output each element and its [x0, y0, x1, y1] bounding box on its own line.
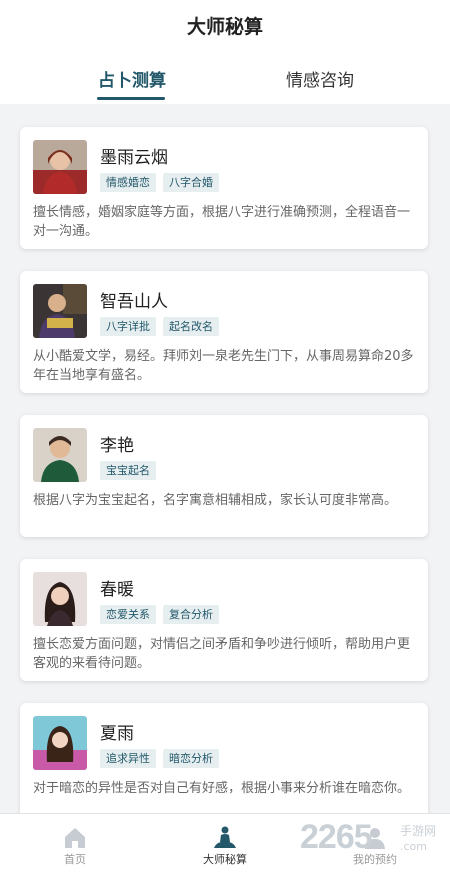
master-description: 擅长情感，婚姻家庭等方面，根据八字进行准确预测，全程语音一对一沟通。 [33, 205, 411, 239]
meditation-icon [214, 826, 236, 848]
tag: 八字详批 [100, 317, 156, 336]
master-card[interactable]: 李艳 宝宝起名 根据八字为宝宝起名，名字寓意相辅相成，家长认可度非常高。 [20, 415, 428, 537]
tab-emotional-consulting[interactable]: 情感咨询 [245, 66, 395, 91]
master-name: 春暖 [100, 580, 134, 600]
site-watermark: 2265 手游网 .com [300, 818, 450, 868]
top-header: 大师秘算 占卜测算 情感咨询 [0, 0, 450, 104]
tag-list: 八字详批 起名改名 [100, 317, 219, 336]
avatar [33, 572, 87, 626]
tab-divination[interactable]: 占卜测算 [57, 66, 207, 91]
avatar [33, 716, 87, 770]
tag: 八字合婚 [163, 173, 219, 192]
master-description: 根据八字为宝宝起名，名字寓意相辅相成，家长认可度非常高。 [33, 493, 398, 508]
master-card[interactable]: 夏雨 追求异性 暗恋分析 对于暗恋的异性是否对自己有好感，根据小事来分析谁在暗恋… [20, 703, 428, 813]
tag: 宝宝起名 [100, 461, 156, 480]
master-description: 从小酷爱文学，易经。拜师刘一泉老先生门下，从事周易算命20多年在当地享有盛名。 [33, 349, 414, 383]
tag: 恋爱关系 [100, 605, 156, 624]
tag-list: 情感婚恋 八字合婚 [100, 173, 219, 192]
master-description: 擅长恋爱方面问题，对情侣之间矛盾和争吵进行倾听，帮助用户更客观的来看待问题。 [33, 637, 411, 671]
master-description: 对于暗恋的异性是否对自己有好感，根据小事来分析谁在暗恋你。 [33, 781, 411, 796]
watermark-site-name: 手游网 [400, 824, 437, 838]
nav-master-divination[interactable]: 大师秘算 [150, 814, 300, 876]
avatar [33, 284, 87, 338]
page-title: 大师秘算 [186, 16, 263, 38]
master-name: 李艳 [100, 436, 134, 456]
master-card[interactable]: 墨雨云烟 情感婚恋 八字合婚 擅长情感，婚姻家庭等方面，根据八字进行准确预测，全… [20, 127, 428, 249]
tag: 起名改名 [163, 317, 219, 336]
avatar [33, 428, 87, 482]
tag: 追求异性 [100, 749, 156, 768]
master-name: 智吾山人 [100, 292, 168, 312]
nav-master-label: 大师秘算 [203, 853, 247, 866]
watermark-number: 2265 [300, 818, 373, 856]
master-card[interactable]: 春暖 恋爱关系 复合分析 擅长恋爱方面问题，对情侣之间矛盾和争吵进行倾听，帮助用… [20, 559, 428, 681]
master-name: 墨雨云烟 [100, 148, 168, 168]
tag: 情感婚恋 [100, 173, 156, 192]
avatar [33, 140, 87, 194]
master-name: 夏雨 [100, 724, 134, 744]
master-list[interactable]: 墨雨云烟 情感婚恋 八字合婚 擅长情感，婚姻家庭等方面，根据八字进行准确预测，全… [0, 104, 450, 813]
tag: 复合分析 [163, 605, 219, 624]
tag-list: 宝宝起名 [100, 461, 156, 480]
nav-home[interactable]: 首页 [0, 814, 150, 876]
watermark-domain: .com [400, 840, 427, 853]
nav-home-label: 首页 [64, 853, 86, 866]
tag: 暗恋分析 [163, 749, 219, 768]
master-card[interactable]: 智吾山人 八字详批 起名改名 从小酷爱文学，易经。拜师刘一泉老先生门下，从事周易… [20, 271, 428, 393]
active-tab-indicator [97, 97, 165, 100]
tag-list: 恋爱关系 复合分析 [100, 605, 219, 624]
tag-list: 追求异性 暗恋分析 [100, 749, 219, 768]
home-icon [65, 828, 85, 848]
